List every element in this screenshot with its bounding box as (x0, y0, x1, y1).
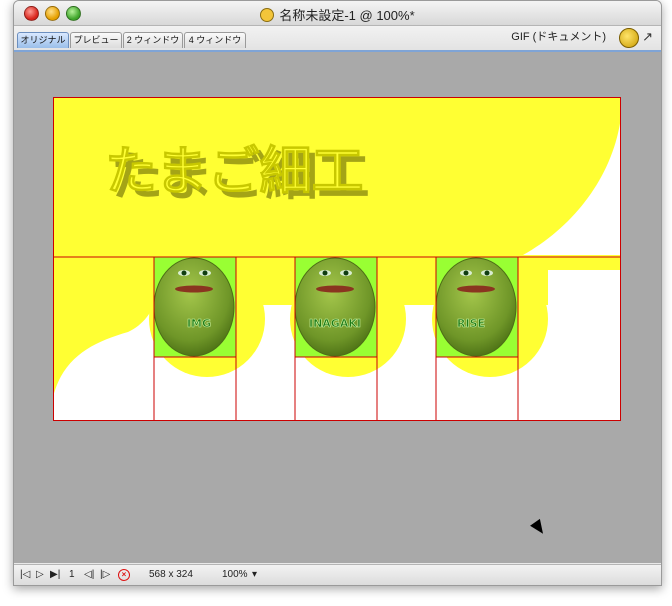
window-title: 名称未設定-1 @ 100%* (279, 8, 415, 23)
document-window: 名称未設定-1 @ 100%* オリジナル プレビュー 2 ウィンドウ 4 ウィ… (13, 0, 662, 586)
canvas-artwork: IMG INAGAKI RISE たまご細工 たまご細工 (53, 97, 621, 421)
zoom-dropdown-icon[interactable]: ▾ (252, 569, 257, 581)
egg-1-label: IMG (187, 317, 211, 330)
stop-icon[interactable]: × (118, 569, 130, 581)
tab-preview[interactable]: プレビュー (70, 32, 122, 48)
view-tab-bar: オリジナル プレビュー 2 ウィンドウ 4 ウィンドウ GIF (ドキュメント)… (14, 26, 661, 52)
tab-2-up[interactable]: 2 ウィンドウ (123, 32, 183, 48)
prev-icon[interactable]: ◁| (84, 569, 94, 581)
window-title-area: 名称未設定-1 @ 100%* (14, 5, 661, 24)
egg-2 (294, 257, 376, 357)
play-icon[interactable]: ▷ (36, 569, 44, 581)
next-frame-icon[interactable]: ▶| (50, 569, 60, 581)
title-bar[interactable]: 名称未設定-1 @ 100%* (14, 1, 661, 26)
canvas-dimensions: 568 x 324 (149, 569, 193, 580)
egg-3-label: RISE (457, 317, 485, 330)
next-icon[interactable]: |▷ (100, 569, 110, 581)
egg-1 (153, 257, 235, 357)
yellow-left-wave (53, 255, 156, 397)
document-icon (260, 8, 275, 22)
document-type-label: GIF (ドキュメント) (511, 31, 606, 43)
tab-4-up[interactable]: 4 ウィンドウ (184, 32, 246, 48)
fireworks-logo-icon[interactable] (619, 28, 639, 48)
zoom-level[interactable]: 100% (222, 569, 248, 581)
frame-number: 1 (69, 569, 75, 580)
quick-export-arrow-icon[interactable]: ↗ (642, 29, 653, 45)
egg-2-label: INAGAKI (309, 317, 361, 330)
first-frame-icon[interactable]: |◁ (20, 569, 30, 581)
egg-3 (435, 257, 517, 357)
canvas-heading: たまご細工 (105, 142, 363, 202)
status-bar: |◁ ▷ ▶| 1 ◁| |▷ × 568 x 324 100% ▾ (14, 564, 661, 585)
document-canvas[interactable]: IMG INAGAKI RISE たまご細工 たまご細工 (53, 97, 621, 421)
tab-original[interactable]: オリジナル (17, 32, 69, 48)
